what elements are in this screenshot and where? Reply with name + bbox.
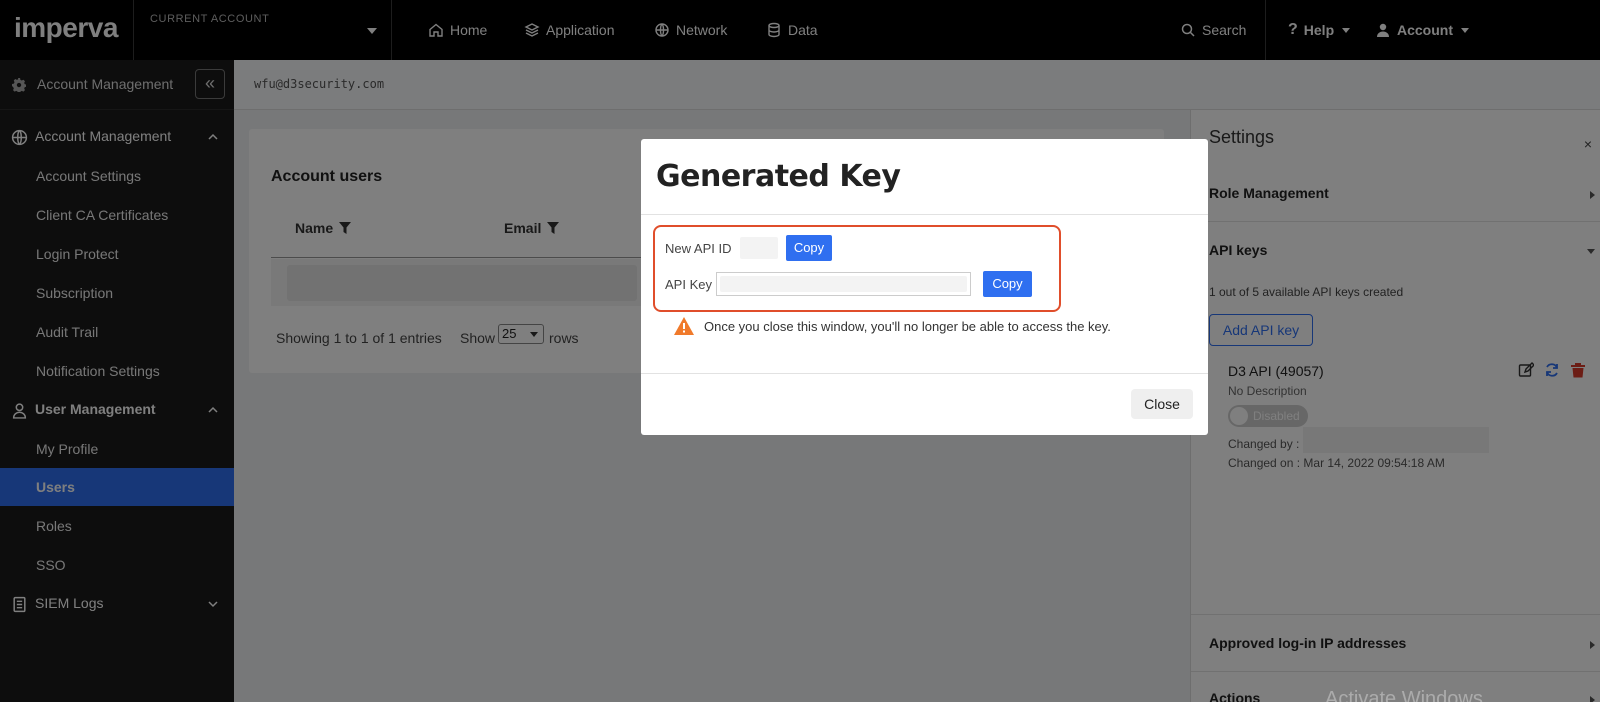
key-highlight-box <box>653 225 1061 312</box>
divider <box>641 373 1208 374</box>
generated-key-dialog: Generated Key New API ID Copy API Key Co… <box>641 139 1208 435</box>
divider <box>641 214 1208 215</box>
redacted-api-id <box>740 237 778 259</box>
dialog-title: Generated Key <box>656 159 901 194</box>
redacted-api-key <box>720 276 967 292</box>
api-key-field[interactable] <box>716 272 971 296</box>
close-button[interactable]: Close <box>1131 389 1193 419</box>
new-api-id-label: New API ID <box>665 241 732 256</box>
copy-api-key-button[interactable]: Copy <box>983 271 1032 297</box>
copy-api-id-button[interactable]: Copy <box>786 235 832 261</box>
windows-activation-watermark: Activate Windows <box>1325 688 1483 702</box>
warning-message: Once you close this window, you'll no lo… <box>673 316 1111 336</box>
warning-icon <box>674 317 694 335</box>
api-key-label: API Key <box>665 277 712 292</box>
